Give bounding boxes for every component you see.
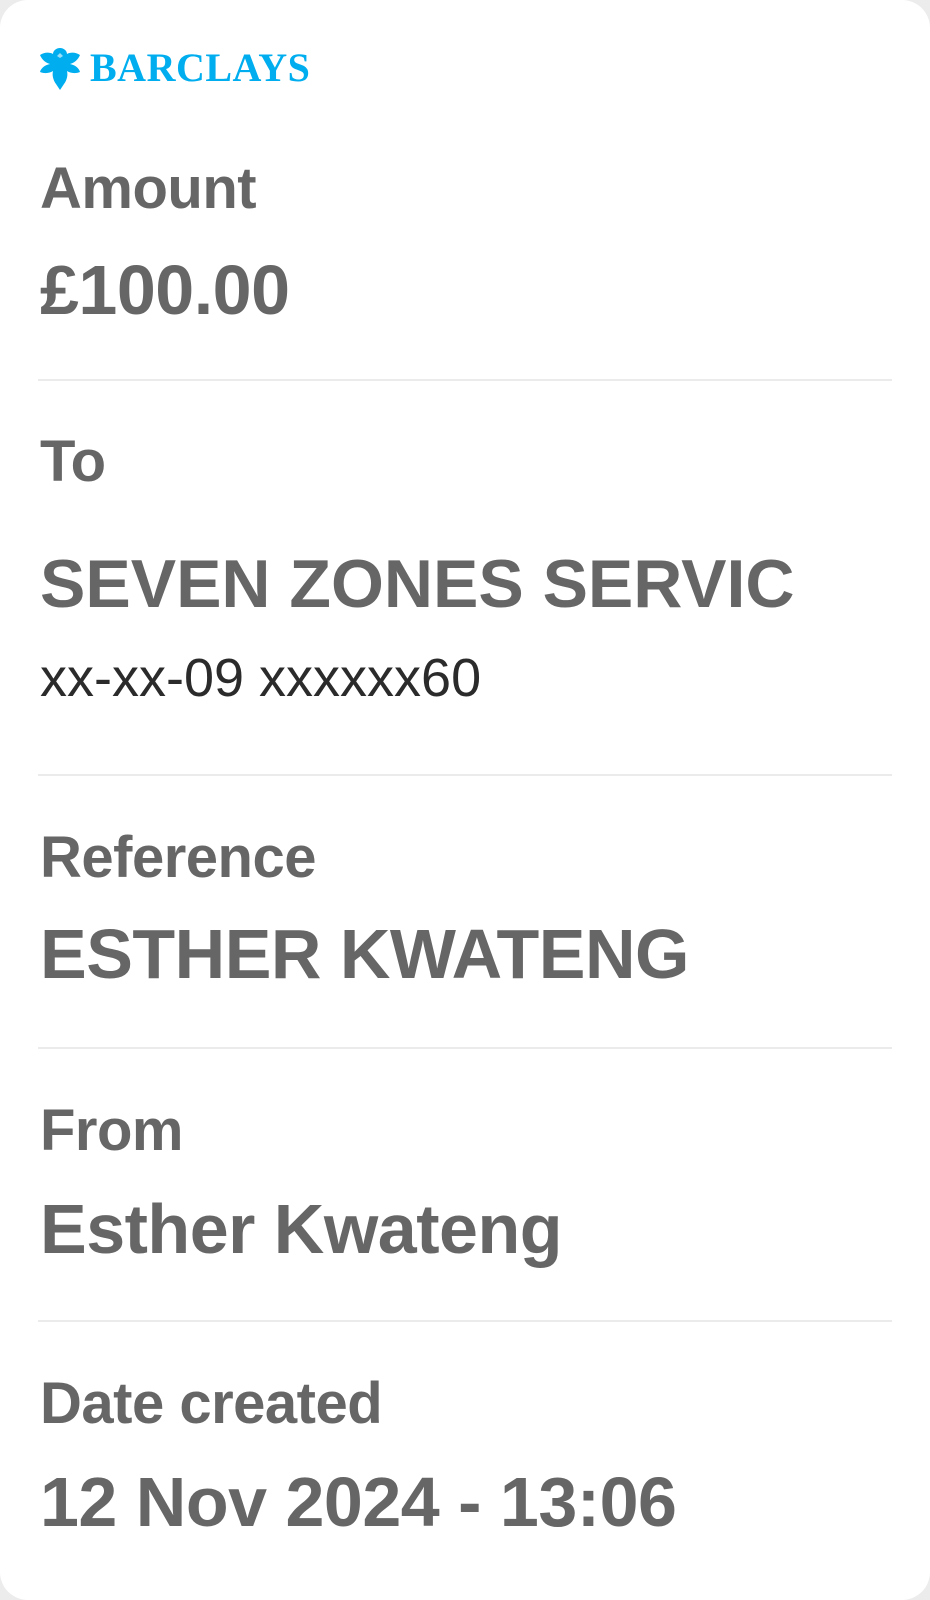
bank-name: BARCLAYS <box>90 45 311 90</box>
amount-section: Amount £100.00 <box>40 156 892 329</box>
date-created-value: 12 Nov 2024 - 13:06 <box>40 1463 677 1541</box>
divider <box>38 1320 892 1322</box>
from-section: From Esther Kwateng <box>40 1098 892 1268</box>
divider <box>38 774 892 776</box>
reference-value: ESTHER KWATENG <box>40 915 689 993</box>
from-value: Esther Kwateng <box>40 1190 563 1268</box>
recipient-account: xx-xx-09 xxxxxx60 <box>40 648 482 708</box>
divider <box>38 1047 892 1049</box>
amount-label: Amount <box>40 156 257 221</box>
date-created-label: Date created <box>40 1371 383 1436</box>
bank-logo: BARCLAYS <box>38 44 310 92</box>
payment-details-card: BARCLAYS Amount £100.00 To SEVEN ZONES S… <box>0 0 930 1600</box>
amount-value: £100.00 <box>40 251 290 329</box>
eagle-icon <box>38 44 82 92</box>
divider <box>38 379 892 381</box>
recipient-section: To SEVEN ZONES SERVIC xx-xx-09 xxxxxx60 <box>40 429 892 709</box>
reference-section: Reference ESTHER KWATENG <box>40 825 892 993</box>
recipient-name: SEVEN ZONES SERVIC <box>40 546 795 622</box>
from-label: From <box>40 1098 184 1163</box>
to-label: To <box>40 429 106 494</box>
reference-label: Reference <box>40 825 316 890</box>
date-section: Date created 12 Nov 2024 - 13:06 <box>40 1371 892 1541</box>
